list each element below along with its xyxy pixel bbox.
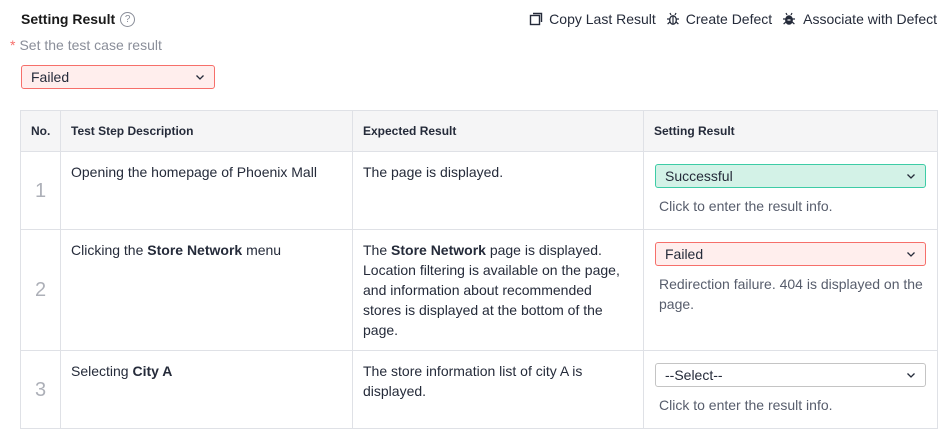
column-header-no: No.	[20, 110, 61, 152]
expected-result: The store information list of city A is …	[352, 350, 644, 429]
action-bar: Copy Last Result Create Defect Associate…	[519, 9, 937, 29]
step-description-bold: Store Network	[147, 242, 243, 258]
row-number: 1	[20, 151, 61, 230]
step-description: Opening the homepage of Phoenix Mall	[60, 151, 353, 230]
create-defect-label: Create Defect	[685, 11, 773, 27]
setting-result-cell: Successful Click to enter the result inf…	[643, 151, 938, 230]
bug-link-icon	[783, 12, 796, 25]
step-description: Clicking the Store Network menu	[60, 229, 353, 351]
step-result-value: Successful	[665, 168, 733, 184]
expected-result-pre: The	[363, 242, 392, 258]
chevron-down-icon	[907, 174, 915, 179]
expected-result-text: The page is displayed.	[363, 164, 504, 180]
step-description-pre: Clicking the	[71, 242, 148, 258]
expected-result: The page is displayed.	[352, 151, 644, 230]
result-info-input[interactable]: Click to enter the result info.	[659, 196, 927, 216]
copy-last-result-button[interactable]: Copy Last Result	[529, 11, 656, 27]
step-description-pre: Selecting	[71, 363, 133, 379]
step-description-text: Opening the homepage of Phoenix Mall	[71, 164, 317, 180]
help-icon[interactable]: ?	[120, 11, 136, 27]
case-result-label-text: Set the test case result	[19, 37, 162, 53]
chevron-down-icon	[907, 373, 915, 378]
row-number: 3	[20, 350, 61, 429]
result-info-input[interactable]: Redirection failure. 404 is displayed on…	[659, 274, 927, 314]
test-steps-table: No. Test Step Description Expected Resul…	[20, 110, 938, 429]
copy-last-result-label: Copy Last Result	[549, 11, 656, 27]
column-header-description: Test Step Description	[60, 110, 353, 152]
step-result-value: --Select--	[665, 367, 723, 383]
step-description: Selecting City A	[60, 350, 353, 429]
table-row: 3 Selecting City A The store information…	[20, 350, 938, 429]
expected-result: The Store Network page is displayed. Loc…	[352, 229, 644, 351]
required-mark: *	[10, 37, 16, 53]
expected-result-text: The store information list of city A is …	[363, 363, 583, 399]
header-bar: Setting Result ? Copy Last Result Create…	[21, 9, 937, 29]
chevron-down-icon	[907, 252, 915, 257]
step-description-bold: City A	[132, 363, 173, 379]
page-title: Setting Result	[21, 11, 116, 27]
chevron-down-icon	[196, 75, 204, 80]
case-result-select[interactable]: Failed	[21, 65, 215, 89]
associate-defect-label: Associate with Defect	[803, 11, 937, 27]
result-info-input[interactable]: Click to enter the result info.	[659, 395, 927, 415]
table-row: 2 Clicking the Store Network menu The St…	[20, 229, 938, 351]
column-header-setting-result: Setting Result	[643, 110, 938, 152]
setting-result-cell: Failed Redirection failure. 404 is displ…	[643, 229, 938, 351]
step-result-select[interactable]: --Select--	[655, 363, 926, 387]
table-header-row: No. Test Step Description Expected Resul…	[20, 110, 938, 152]
case-result-value: Failed	[31, 69, 70, 85]
column-header-expected: Expected Result	[352, 110, 644, 152]
row-number: 2	[20, 229, 61, 351]
table-row: 1 Opening the homepage of Phoenix Mall T…	[20, 151, 938, 230]
associate-defect-button[interactable]: Associate with Defect	[782, 11, 937, 27]
step-result-select[interactable]: Successful	[655, 164, 926, 188]
expected-result-bold: Store Network	[391, 242, 486, 258]
step-description-post: menu	[242, 242, 282, 258]
copy-icon	[529, 12, 543, 26]
step-result-value: Failed	[665, 246, 704, 262]
setting-result-cell: --Select-- Click to enter the result inf…	[643, 350, 938, 429]
bug-icon	[666, 12, 679, 25]
step-result-select[interactable]: Failed	[655, 242, 926, 266]
create-defect-button[interactable]: Create Defect	[666, 11, 772, 27]
case-result-label: * Set the test case result	[10, 37, 162, 53]
